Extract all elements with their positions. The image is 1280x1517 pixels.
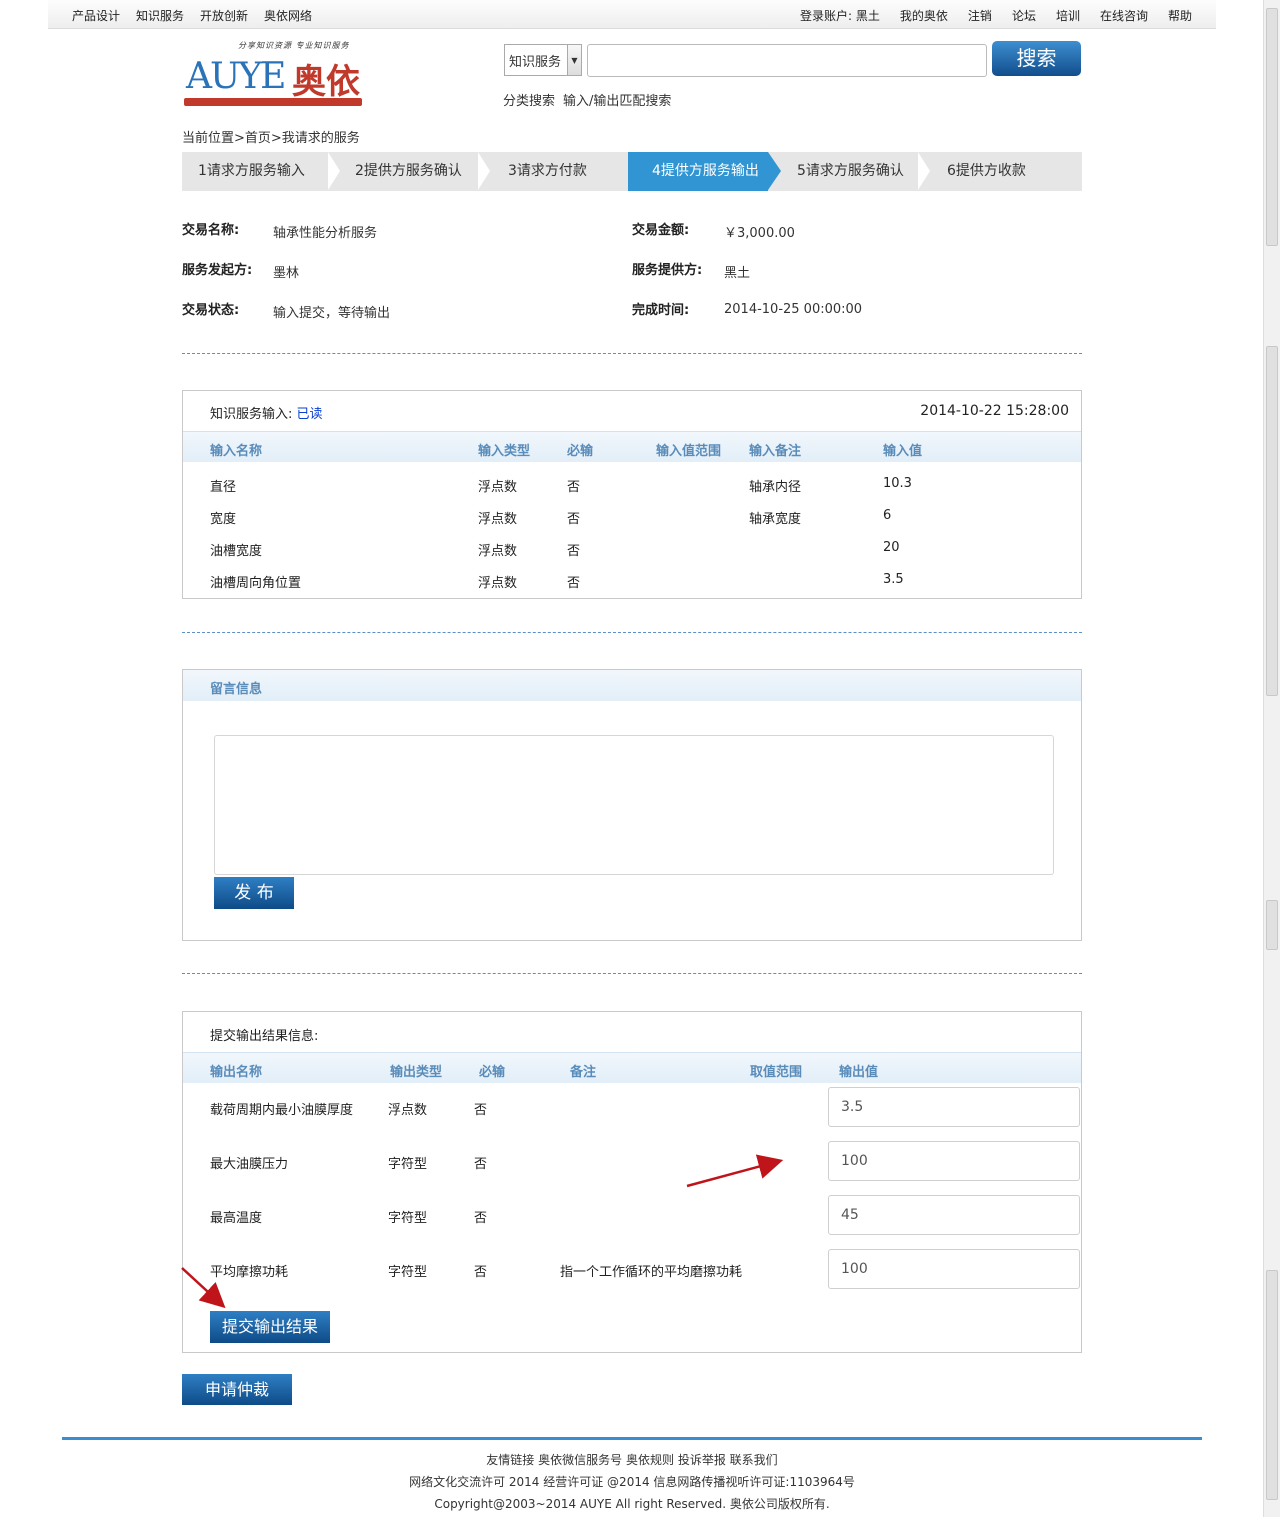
footer-link-contact[interactable]: 联系我们 bbox=[730, 1453, 778, 1467]
footer-links: 友情链接 奥依微信服务号 奥依规则 投诉举报 联系我们 bbox=[0, 1451, 1264, 1468]
footer-divider bbox=[62, 1437, 1202, 1440]
footer-link-friends[interactable]: 友情链接 bbox=[486, 1453, 534, 1467]
footer-copyright: Copyright@2003~2014 AUYE All right Reser… bbox=[434, 1497, 830, 1511]
footer-link-report[interactable]: 投诉举报 bbox=[678, 1453, 726, 1467]
annotation-arrow-icon bbox=[181, 1267, 226, 1309]
annotation-arrow-icon bbox=[686, 1154, 784, 1188]
footer-link-wechat[interactable]: 奥依微信服务号 bbox=[538, 1453, 622, 1467]
footer-license: 网络文化交流许可 2014 经营许可证 @2014 信息网路传播视听许可证:11… bbox=[409, 1475, 855, 1489]
annotation-arrows bbox=[181, 1154, 784, 1309]
apply-arbitration-button[interactable]: 申请仲裁 bbox=[182, 1374, 292, 1405]
footer-link-rules[interactable]: 奥依规则 bbox=[626, 1453, 674, 1467]
